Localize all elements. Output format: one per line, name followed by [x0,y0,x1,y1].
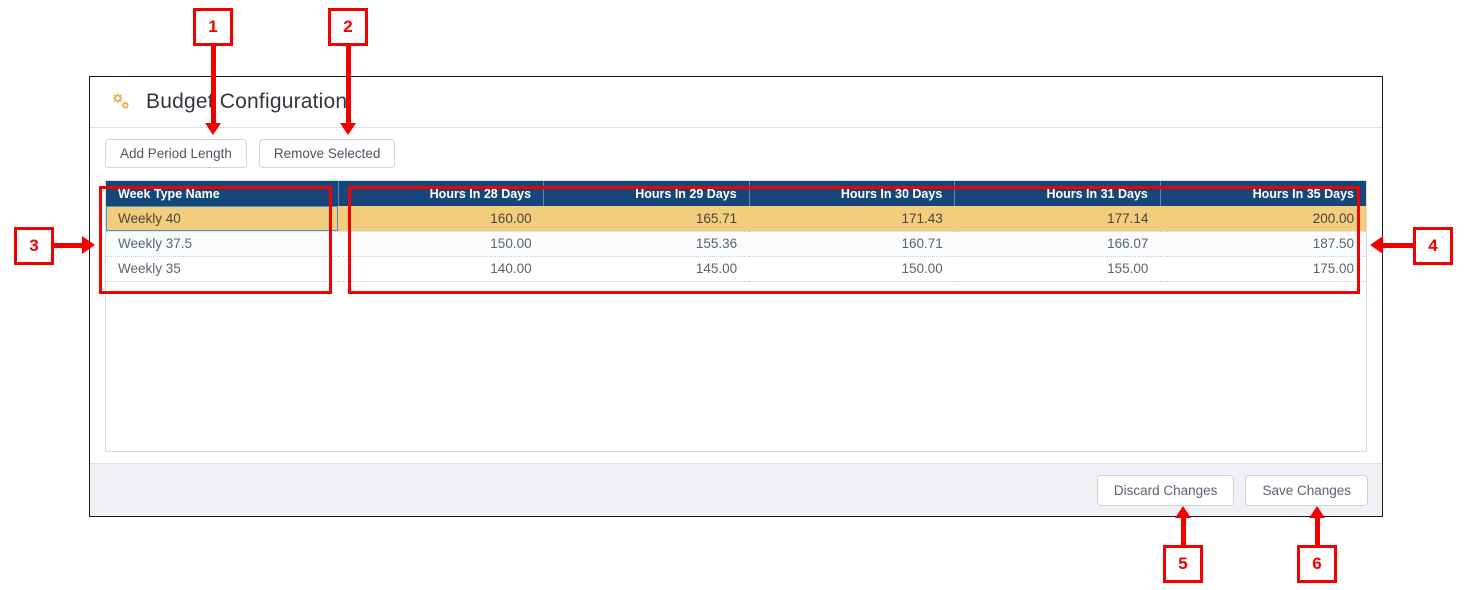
callout-5: 5 [1163,545,1203,583]
callout-5-line [1181,518,1186,545]
discard-changes-button[interactable]: Discard Changes [1096,474,1235,506]
callout-3-region [99,186,332,294]
callout-6: 6 [1297,545,1337,583]
callout-1-arrow [205,123,221,135]
page-title: Budget Configuration [146,90,348,113]
panel-titlebar: Budget Configuration [90,77,1382,128]
callout-6-arrow [1309,506,1325,518]
grid-toolbar: Add Period Length Remove Selected [90,128,1382,177]
save-changes-button[interactable]: Save Changes [1245,474,1368,506]
callout-6-line [1315,518,1320,545]
panel-body: Add Period Length Remove Selected Week T… [90,128,1382,464]
callout-2-line [346,46,351,124]
callout-1: 1 [193,8,233,46]
callout-3-line [54,243,84,248]
budget-configuration-panel: Budget Configuration Add Period Length R… [89,76,1383,517]
callout-4-line [1383,243,1415,248]
callout-4: 4 [1413,227,1453,265]
callout-4-arrow [1370,236,1383,254]
callout-5-arrow [1175,506,1191,518]
callout-3-arrow [82,236,95,254]
callout-1-line [211,46,216,124]
remove-selected-button[interactable]: Remove Selected [258,139,396,168]
callout-3: 3 [14,227,54,265]
add-period-length-button[interactable]: Add Period Length [105,139,247,168]
callout-4-region [348,186,1360,294]
callout-2: 2 [328,8,368,46]
callout-2-arrow [340,123,356,135]
cogs-icon [110,92,132,112]
